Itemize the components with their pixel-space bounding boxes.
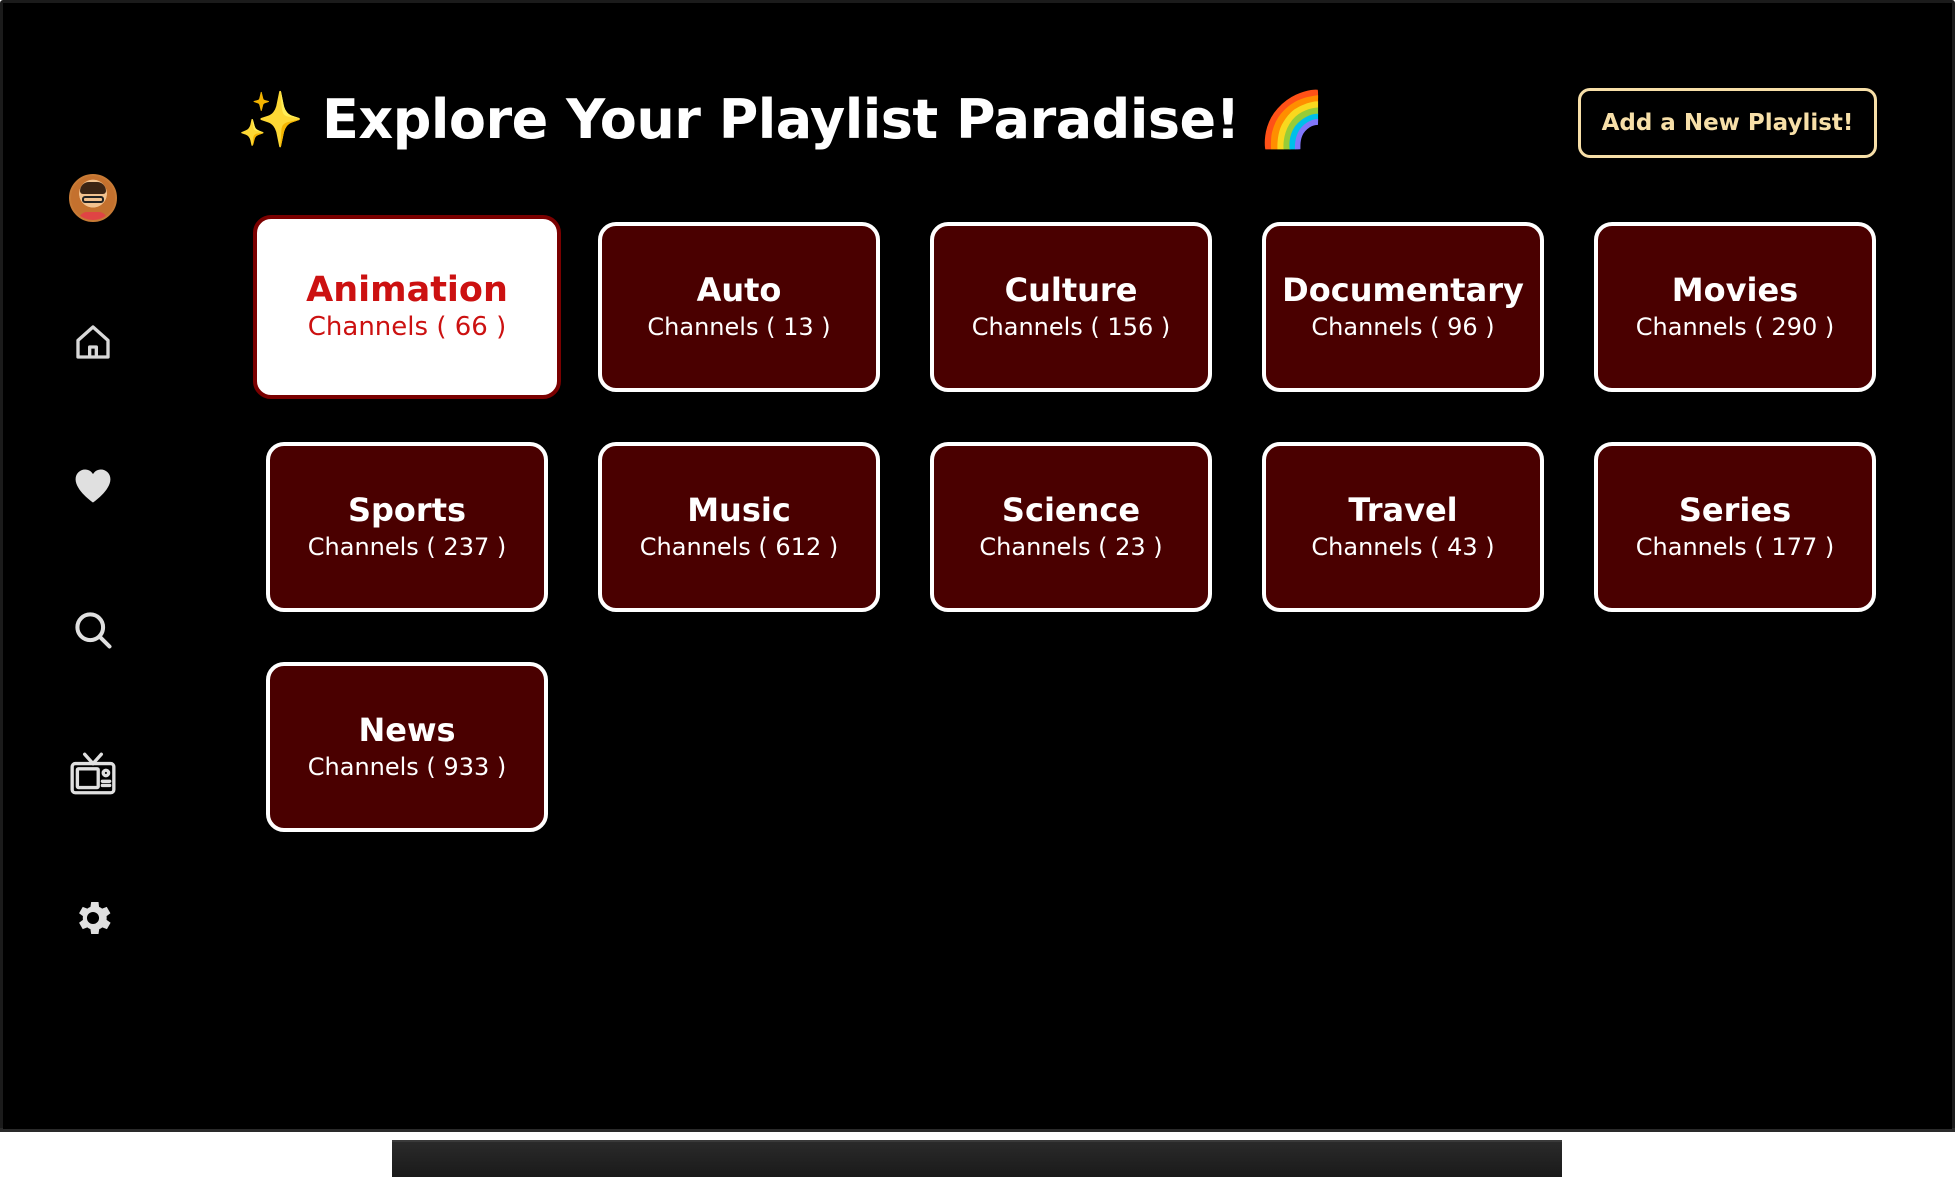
user-avatar-icon bbox=[69, 174, 117, 222]
playlist-channel-count: Channels ( 933 ) bbox=[307, 753, 507, 781]
playlist-card-science[interactable]: Science Channels ( 23 ) bbox=[930, 442, 1212, 612]
playlist-name: Music bbox=[687, 491, 791, 529]
tv-stand bbox=[392, 1140, 1562, 1177]
sidebar-item-avatar[interactable] bbox=[63, 168, 123, 228]
playlist-name: News bbox=[358, 711, 456, 749]
playlist-channel-count: Channels ( 23 ) bbox=[979, 533, 1163, 561]
playlist-card-documentary[interactable]: Documentary Channels ( 96 ) bbox=[1262, 222, 1544, 392]
playlist-channel-count: Channels ( 177 ) bbox=[1635, 533, 1835, 561]
playlist-name: Travel bbox=[1348, 491, 1458, 529]
playlist-name: Series bbox=[1678, 491, 1792, 529]
gear-icon bbox=[79, 902, 111, 934]
playlist-name: Documentary bbox=[1282, 271, 1524, 309]
playlist-card-travel[interactable]: Travel Channels ( 43 ) bbox=[1262, 442, 1544, 612]
playlist-card-culture[interactable]: Culture Channels ( 156 ) bbox=[930, 222, 1212, 392]
heart-icon bbox=[75, 469, 111, 503]
playlist-channel-count: Channels ( 66 ) bbox=[307, 312, 507, 342]
playlist-channel-count: Channels ( 43 ) bbox=[1311, 533, 1495, 561]
sidebar-item-favorites[interactable] bbox=[63, 456, 123, 516]
app-screen: ✨ Explore Your Playlist Paradise! 🌈 Add … bbox=[3, 3, 1952, 1129]
playlist-channel-count: Channels ( 13 ) bbox=[647, 313, 831, 341]
playlist-card-series[interactable]: Series Channels ( 177 ) bbox=[1594, 442, 1876, 612]
playlist-channel-count: Channels ( 156 ) bbox=[971, 313, 1171, 341]
sidebar-item-live-tv[interactable] bbox=[63, 744, 123, 804]
playlist-name: Animation bbox=[306, 270, 508, 310]
playlist-name: Culture bbox=[1004, 271, 1138, 309]
tv-icon bbox=[70, 752, 116, 795]
sidebar-item-settings[interactable] bbox=[63, 888, 123, 948]
playlist-card-auto[interactable]: Auto Channels ( 13 ) bbox=[598, 222, 880, 392]
playlist-channel-count: Channels ( 96 ) bbox=[1311, 313, 1495, 341]
add-playlist-button[interactable]: Add a New Playlist! bbox=[1578, 88, 1877, 158]
playlist-channel-count: Channels ( 237 ) bbox=[307, 533, 507, 561]
playlist-channel-count: Channels ( 290 ) bbox=[1635, 313, 1835, 341]
playlist-channel-count: Channels ( 612 ) bbox=[639, 533, 839, 561]
playlist-card-movies[interactable]: Movies Channels ( 290 ) bbox=[1594, 222, 1876, 392]
playlist-card-music[interactable]: Music Channels ( 612 ) bbox=[598, 442, 880, 612]
playlist-name: Sports bbox=[347, 491, 467, 529]
home-icon bbox=[76, 325, 110, 359]
search-icon bbox=[75, 612, 112, 649]
playlist-name: Movies bbox=[1671, 271, 1799, 309]
playlist-card-sports[interactable]: Sports Channels ( 237 ) bbox=[266, 442, 548, 612]
playlist-name: Auto bbox=[696, 271, 782, 309]
sidebar-item-search[interactable] bbox=[63, 600, 123, 660]
tv-frame: ✨ Explore Your Playlist Paradise! 🌈 Add … bbox=[0, 0, 1955, 1177]
sidebar-item-home[interactable] bbox=[63, 312, 123, 372]
playlist-card-animation[interactable]: Animation Channels ( 66 ) bbox=[253, 215, 561, 399]
page-title: ✨ Explore Your Playlist Paradise! 🌈 bbox=[237, 88, 1325, 151]
playlist-name: Science bbox=[1001, 491, 1141, 529]
playlist-card-news[interactable]: News Channels ( 933 ) bbox=[266, 662, 548, 832]
